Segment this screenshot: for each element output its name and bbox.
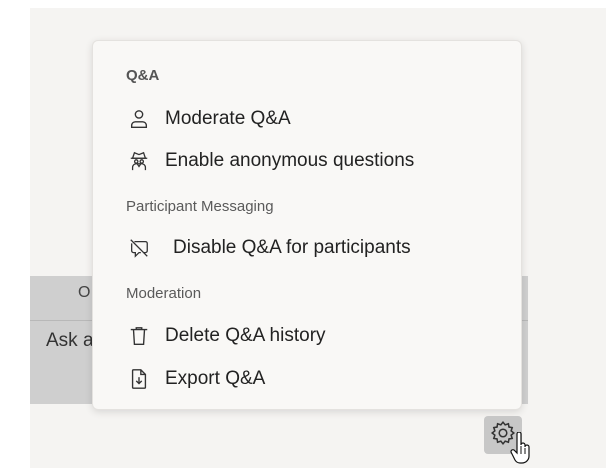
menu-item-export-qa[interactable]: Export Q&A xyxy=(123,361,513,397)
menu-item-label: Delete Q&A history xyxy=(165,325,326,346)
section-header-qa: Q&A xyxy=(126,67,160,84)
menu-item-moderate-qa[interactable]: Moderate Q&A xyxy=(123,101,513,137)
menu-item-label: Disable Q&A for participants xyxy=(173,237,411,258)
menu-item-enable-anonymous[interactable]: Enable anonymous questions xyxy=(123,143,513,179)
chat-off-icon xyxy=(127,236,151,260)
menu-item-label: Moderate Q&A xyxy=(165,108,291,129)
ask-input-placeholder[interactable]: Ask a xyxy=(46,330,94,352)
qa-settings-menu: Q&A Moderate Q&A Enable anonymous questi… xyxy=(92,40,522,410)
section-header-moderation: Moderation xyxy=(126,285,202,302)
person-icon xyxy=(127,107,151,131)
menu-item-label: Enable anonymous questions xyxy=(165,150,415,171)
export-icon xyxy=(127,367,151,391)
section-header-participant-messaging: Participant Messaging xyxy=(126,198,274,215)
obscured-label: O xyxy=(78,284,91,301)
hand-cursor-icon xyxy=(510,431,532,464)
menu-item-disable-qa[interactable]: Disable Q&A for participants xyxy=(123,230,513,266)
menu-item-delete-history[interactable]: Delete Q&A history xyxy=(123,318,513,354)
menu-item-label: Export Q&A xyxy=(165,368,266,389)
anonymous-icon xyxy=(127,149,151,173)
trash-icon xyxy=(127,324,151,348)
